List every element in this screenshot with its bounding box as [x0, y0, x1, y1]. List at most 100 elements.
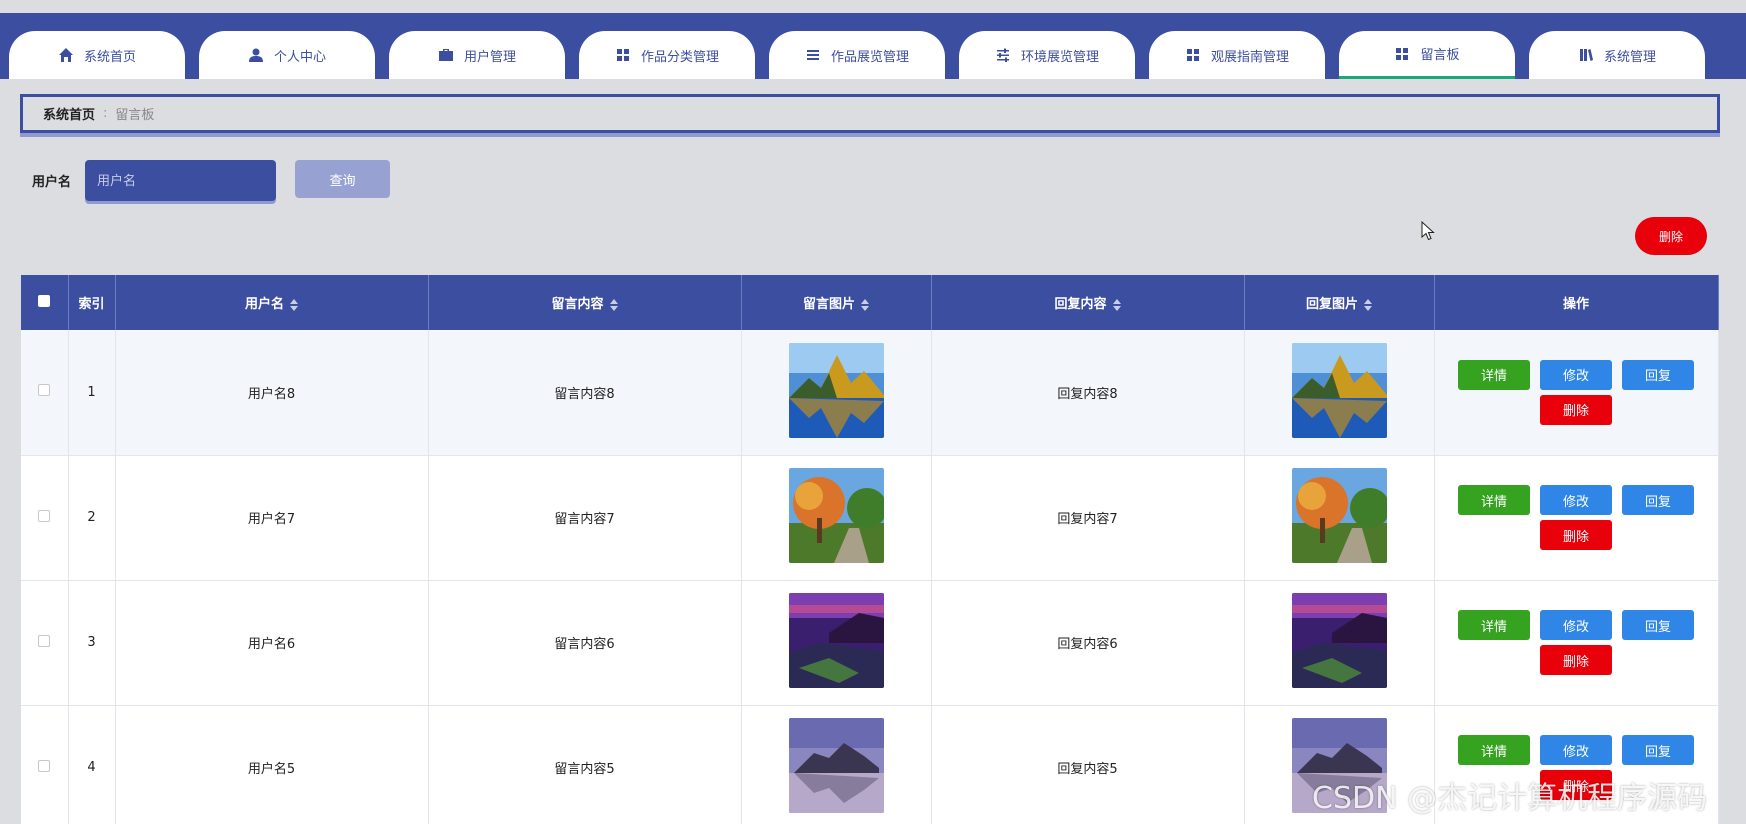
row-reply-image-cell: [1244, 580, 1435, 706]
row-username: 用户名5: [115, 705, 429, 824]
user-icon: [248, 47, 264, 63]
row-reply-image-cell: [1244, 455, 1435, 581]
row-checkbox[interactable]: [38, 384, 51, 397]
grid-icon: [1394, 46, 1410, 62]
row-image-cell: [741, 705, 932, 824]
row-image-cell: [741, 330, 932, 456]
row-content: 留言内容7: [428, 455, 742, 581]
briefcase-icon: [438, 47, 454, 63]
row-reply: 回复内容5: [931, 705, 1245, 824]
tab-guide-management[interactable]: 观展指南管理: [1149, 31, 1325, 79]
reply-button[interactable]: 回复: [1622, 735, 1694, 765]
tab-label: 系统首页: [83, 49, 136, 65]
edit-button[interactable]: 修改: [1540, 485, 1612, 515]
header-label: 用户名: [244, 297, 284, 312]
tab-label: 系统管理: [1603, 49, 1656, 65]
tab-label: 观展指南管理: [1210, 49, 1289, 65]
row-checkbox[interactable]: [38, 759, 51, 772]
row-reply: 回复内容7: [931, 455, 1245, 581]
row-index: 2: [68, 455, 116, 581]
reply-button[interactable]: 回复: [1622, 485, 1694, 515]
sort-icon[interactable]: [290, 298, 298, 311]
tab-label: 个人中心: [273, 49, 326, 65]
row-select-cell[interactable]: [21, 705, 69, 824]
row-select-cell[interactable]: [21, 330, 69, 456]
row-image-cell: [741, 580, 932, 706]
sort-icon[interactable]: [861, 298, 869, 311]
edit-button[interactable]: 修改: [1540, 735, 1612, 765]
reply-button[interactable]: 回复: [1622, 359, 1694, 390]
delete-button[interactable]: 删除: [1540, 645, 1612, 675]
tab-system-management[interactable]: 系统管理: [1529, 31, 1705, 79]
breadcrumb-home[interactable]: 系统首页: [43, 104, 95, 123]
query-button[interactable]: 查询: [295, 160, 390, 198]
edit-button[interactable]: 修改: [1540, 610, 1612, 640]
book-icon: [1578, 47, 1594, 63]
tab-category-management[interactable]: 作品分类管理: [579, 31, 755, 79]
tab-environment-management[interactable]: 环境展览管理: [959, 31, 1135, 79]
tab-user-management[interactable]: 用户管理: [389, 31, 565, 79]
search-label: 用户名: [32, 175, 72, 190]
message-table: 索引 用户名 留言内容 留言图片 回复内容 回复图片 操作 1 用户名8 留言内…: [21, 275, 1719, 824]
header-reply-image[interactable]: 回复图片: [1244, 275, 1435, 330]
list-icon: [805, 47, 821, 63]
reply-button[interactable]: 回复: [1622, 610, 1694, 640]
top-nav-bar: 系统首页 个人中心 用户管理 作品分类管理 作品展览管理 环境展览管理 观展指南…: [0, 13, 1746, 79]
table-row: 1 用户名8 留言内容8 回复内容8 详情 修改 回复 删除: [21, 330, 1719, 456]
detail-button[interactable]: 详情: [1458, 610, 1530, 640]
row-actions: 详情 修改 回复 删除: [1434, 455, 1719, 581]
header-index: 索引: [68, 275, 116, 330]
misty-mountain-photo[interactable]: [788, 718, 884, 813]
header-reply[interactable]: 回复内容: [931, 275, 1245, 330]
delete-button[interactable]: 删除: [1540, 520, 1612, 550]
header-actions: 操作: [1434, 275, 1719, 330]
header-select-all[interactable]: [21, 275, 69, 330]
row-select-cell[interactable]: [21, 580, 69, 706]
row-content: 留言内容5: [428, 705, 742, 824]
row-reply: 回复内容8: [931, 330, 1245, 456]
username-search-input[interactable]: [85, 160, 276, 201]
tab-personal-center[interactable]: 个人中心: [199, 31, 375, 79]
row-index: 4: [68, 705, 116, 824]
breadcrumb-current: 留言板: [115, 108, 155, 123]
delete-button[interactable]: 删除: [1540, 394, 1612, 425]
autumn-tree-photo[interactable]: [1291, 468, 1387, 563]
detail-button[interactable]: 详情: [1458, 485, 1530, 515]
purple-coast-photo[interactable]: [788, 593, 884, 688]
header-username[interactable]: 用户名: [115, 275, 429, 330]
row-select-cell[interactable]: [21, 455, 69, 581]
row-actions: 详情 修改 回复 删除: [1434, 330, 1719, 456]
header-label: 留言内容: [551, 297, 604, 312]
sliders-icon: [995, 47, 1011, 63]
detail-button[interactable]: 详情: [1458, 735, 1530, 765]
tab-message-board[interactable]: 留言板: [1339, 31, 1515, 79]
row-checkbox[interactable]: [38, 509, 51, 522]
mountain-lake-photo[interactable]: [788, 342, 884, 438]
mountain-lake-photo[interactable]: [1291, 342, 1387, 438]
batch-delete-button[interactable]: 删除: [1635, 217, 1707, 255]
tab-label: 作品分类管理: [640, 49, 719, 65]
sort-icon[interactable]: [1364, 298, 1372, 311]
home-icon: [58, 47, 74, 63]
tab-label: 留言板: [1420, 48, 1460, 63]
table-row: 3 用户名6 留言内容6 回复内容6 详情 修改 回复 删除: [21, 580, 1719, 706]
header-image[interactable]: 留言图片: [741, 275, 932, 330]
tab-label: 用户管理: [463, 49, 516, 65]
sort-icon[interactable]: [609, 298, 618, 311]
row-image-cell: [741, 455, 932, 581]
row-index: 3: [68, 580, 116, 706]
breadcrumb: 系统首页 : 留言板: [20, 94, 1720, 133]
select-all-checkbox[interactable]: [38, 294, 51, 307]
header-content[interactable]: 留言内容: [428, 275, 742, 330]
sort-icon[interactable]: [1112, 298, 1121, 311]
mouse-cursor-icon: [1421, 221, 1435, 241]
edit-button[interactable]: 修改: [1540, 359, 1612, 390]
purple-coast-photo[interactable]: [1291, 593, 1387, 688]
detail-button[interactable]: 详情: [1458, 359, 1530, 390]
tab-home[interactable]: 系统首页: [9, 31, 185, 79]
tab-exhibit-management[interactable]: 作品展览管理: [769, 31, 945, 79]
tab-label: 作品展览管理: [830, 49, 909, 65]
autumn-tree-photo[interactable]: [788, 468, 884, 563]
row-checkbox[interactable]: [38, 634, 51, 647]
row-reply: 回复内容6: [931, 580, 1245, 706]
